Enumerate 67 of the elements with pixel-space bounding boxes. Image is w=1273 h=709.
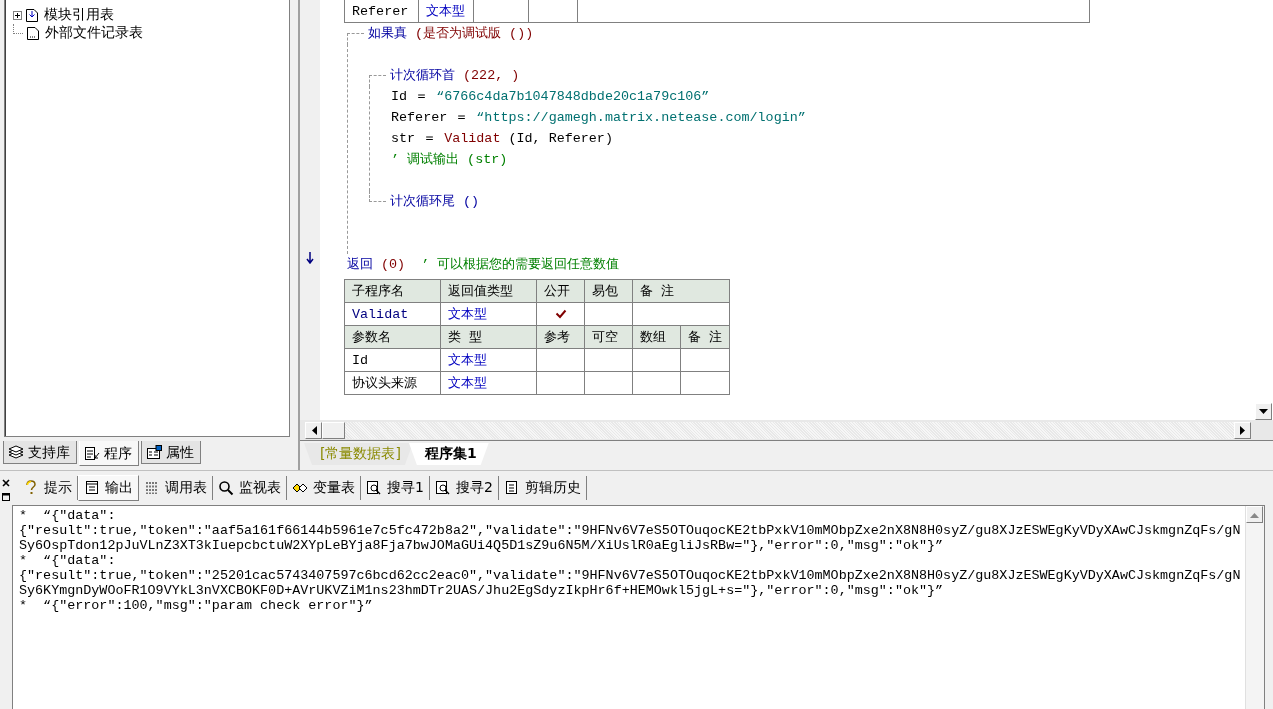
grid-icon — [144, 480, 160, 496]
header-cell: 易包 — [584, 279, 633, 303]
output-tab[interactable]: 剪辑历史 — [498, 476, 587, 500]
document-search-icon — [434, 480, 451, 496]
output-line: Sy6KYmgnDyWOoFR1O9VYkL3nVXCBOKF0D+AVrUKVZiM1ns23hmDTr2UAS/Jhu2EgSdyzIkpHr6f+HEMOwkl5jgL+s="},"error":0,"msg":"ok"}” — [19, 583, 944, 598]
table-cell: 文本型 — [440, 371, 537, 395]
header-cell: 备 注 — [632, 279, 730, 303]
question-icon — [23, 480, 39, 496]
output-line: * “{"data": — [19, 553, 116, 568]
caret-right-icon — [1239, 425, 1246, 435]
code-line: 计次循环首 (222, ) — [369, 65, 1255, 86]
panel-tab[interactable]: 属性 — [141, 441, 201, 464]
scroll-up-button[interactable] — [1246, 506, 1263, 523]
header-cell: 返回值类型 — [440, 279, 537, 303]
code-line: Id ＝ “6766c4da7b1047848dbde20c1a79c106” — [391, 88, 711, 106]
document-icon — [84, 480, 100, 496]
header-cell: 公开 — [536, 279, 585, 303]
document-icon — [26, 25, 40, 41]
document-icon — [503, 480, 520, 496]
caret-down-icon — [1259, 408, 1268, 415]
output-tab[interactable]: 变量表 — [287, 476, 361, 500]
table-cell: 文本型 — [418, 0, 474, 23]
scroll-down-button[interactable] — [1255, 403, 1272, 420]
output-tab[interactable]: 监视表 — [213, 476, 287, 500]
table-cell: Validat — [344, 302, 441, 326]
table-cell: 协议头来源 — [344, 371, 441, 395]
output-line: {"result":true,"token":"aaf5a161f66144b5961e7c5fc472b8a2","validate":"9HFNv6V7eS5OTOuqocKE2tbPxkV10mMObpZxe2nX8N8H0syZ/gu8XJzESWEgKyVDyXAwCJskmgnZqFs/gN — [19, 523, 1241, 538]
output-tab[interactable]: 搜寻2 — [429, 476, 499, 500]
code-line: 返回 (0) ’ 可以根据您的需要返回任意数值 — [347, 256, 621, 274]
document-search-icon — [366, 480, 382, 496]
code-line: str ＝ Validat (Id, Referer) — [391, 130, 614, 148]
scroll-thumb[interactable] — [322, 421, 345, 439]
restore-icon[interactable] — [2, 493, 10, 501]
caret-left-icon — [310, 425, 317, 435]
code-line: Referer ＝ “https://gamegh.matrix.netease.com/login” — [391, 109, 807, 127]
output-tab[interactable]: 输出 — [78, 475, 139, 501]
code-line: ’ 调试输出 (str) — [391, 151, 509, 169]
scroll-right-button[interactable] — [1234, 421, 1251, 439]
output-tab[interactable]: 搜寻1 — [361, 476, 430, 500]
document-icon — [25, 7, 39, 23]
document-icon — [84, 446, 100, 461]
code-line: 如果真 (是否为调试版 ()) — [347, 23, 1255, 44]
arrow-icon — [306, 252, 314, 264]
close-icon[interactable] — [2, 479, 10, 487]
output-line: Sy6OspTdon12pJuVLnZ3XT3kIuepcbctuW2XYpLeBYja8Fja7bwJOMaGUi4Q5D1sZ9u6N5M/XiUslR0aEgliJsRBw="},"error":0,"msg":"ok"}” — [19, 538, 944, 553]
editor-tab[interactable]: 程序集1 — [408, 443, 489, 465]
scroll-left-button[interactable] — [305, 421, 322, 439]
code-line: 计次循环尾 () — [369, 191, 1255, 212]
property-sheet-icon — [146, 445, 162, 460]
header-cell: 参数名 — [344, 325, 441, 349]
expand-icon[interactable] — [13, 10, 22, 20]
panel-tab[interactable]: 支持库 — [3, 441, 77, 464]
output-line: * “{"error":100,"msg":"param check error"}” — [19, 598, 373, 613]
table-cell: 文本型 — [440, 302, 537, 326]
panel-tab[interactable]: 程序 — [79, 441, 139, 466]
output-tab[interactable]: 调用表 — [139, 476, 213, 500]
table-cell: Id — [344, 348, 441, 372]
output-line: * “{"data": — [19, 508, 116, 523]
table-cell: Referer — [344, 0, 419, 23]
tree-item[interactable]: 模块引用表 — [42, 6, 116, 24]
books-icon — [8, 445, 24, 460]
search-icon — [218, 480, 234, 496]
tree-item[interactable]: 外部文件记录表 — [43, 24, 145, 42]
output-line: {"result":true,"token":"25201cac5743407597c6bcd62cc2eac0","validate":"9HFNv6V7eS5OTOuqocKE2tbPxkV10mMObpZxe2nX8N8H0syZ/gu8XJzESWEgKyVDyXAwCJskmgnZqFs/gN — [19, 568, 1241, 583]
header-cell: 子程序名 — [344, 279, 441, 303]
table-cell: 文本型 — [440, 348, 537, 372]
caret-up-icon — [1250, 511, 1259, 518]
